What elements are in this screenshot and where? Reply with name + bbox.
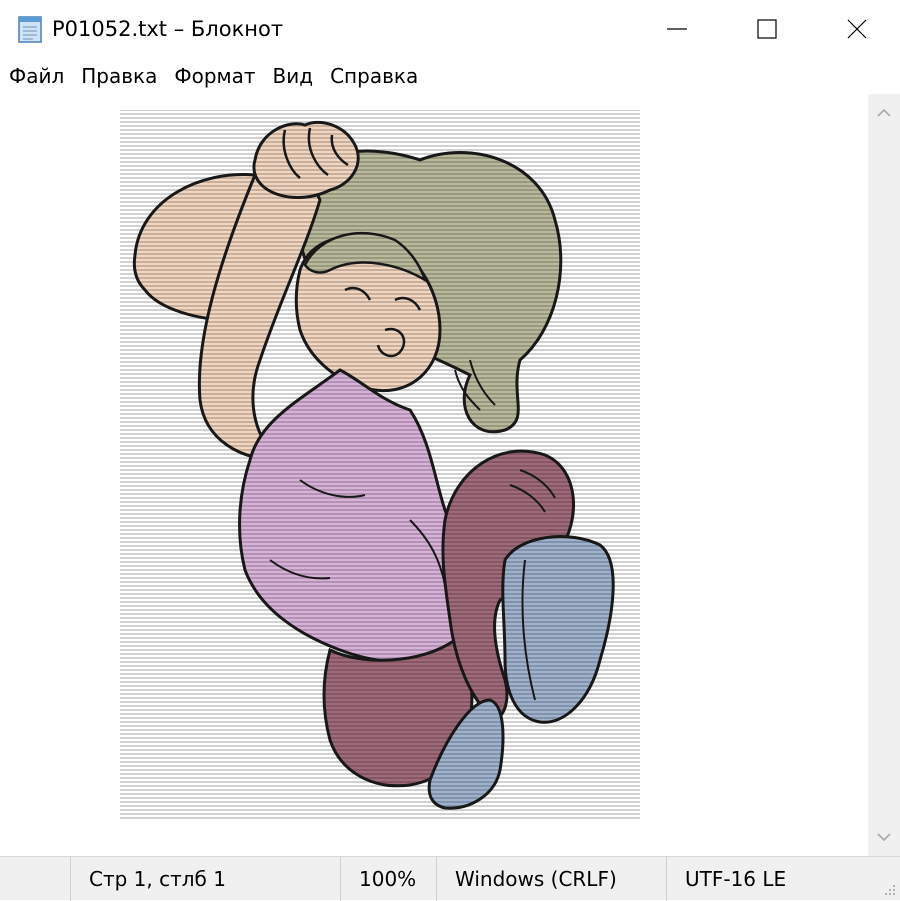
menu-format[interactable]: Формат <box>165 58 263 94</box>
ascii-art-illustration <box>120 110 640 820</box>
maximize-button[interactable] <box>722 0 812 58</box>
menu-help[interactable]: Справка <box>321 58 426 94</box>
close-icon <box>847 19 867 39</box>
maximize-icon <box>757 19 777 39</box>
chevron-down-icon <box>877 833 891 842</box>
window-title: P01052.txt – Блокнот <box>52 17 284 41</box>
status-line-ending: Windows (CRLF) <box>436 857 666 901</box>
chevron-up-icon <box>877 108 891 117</box>
scroll-down-button[interactable] <box>868 818 900 856</box>
text-editor-area[interactable] <box>0 94 868 856</box>
minimize-button[interactable] <box>632 0 722 58</box>
menu-edit[interactable]: Правка <box>72 58 165 94</box>
status-cursor-position: Стр 1, стлб 1 <box>70 857 340 901</box>
title-bar[interactable]: P01052.txt – Блокнот <box>0 0 900 58</box>
menu-file[interactable]: Файл <box>0 58 72 94</box>
status-encoding: UTF-16 LE <box>666 857 872 901</box>
menu-view[interactable]: Вид <box>264 58 322 94</box>
resize-grip-icon[interactable] <box>882 882 896 896</box>
menu-bar: Файл Правка Формат Вид Справка <box>0 58 900 94</box>
scroll-up-button[interactable] <box>868 94 900 132</box>
status-zoom: 100% <box>340 857 436 901</box>
minimize-icon <box>667 28 687 30</box>
notepad-icon <box>18 16 42 43</box>
vertical-scrollbar[interactable] <box>868 94 900 856</box>
status-bar: Стр 1, стлб 1 100% Windows (CRLF) UTF-16… <box>0 856 900 901</box>
close-button[interactable] <box>812 0 900 58</box>
